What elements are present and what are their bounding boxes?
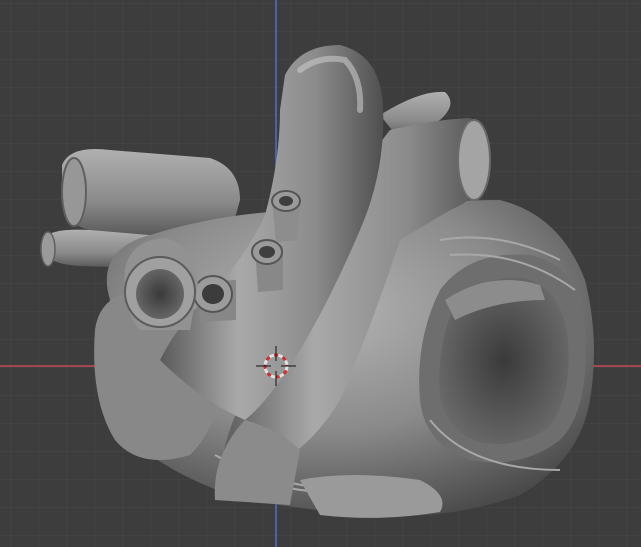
vena-cava-opening [124,238,198,330]
left-vessel-upper-opening [61,157,87,227]
heart-base [300,475,443,518]
viewport-canvas[interactable] [0,0,641,547]
3d-viewport[interactable] [0,0,641,547]
left-vessel-lower-opening [40,231,56,267]
pulmonary-trunk-opening [457,119,491,201]
